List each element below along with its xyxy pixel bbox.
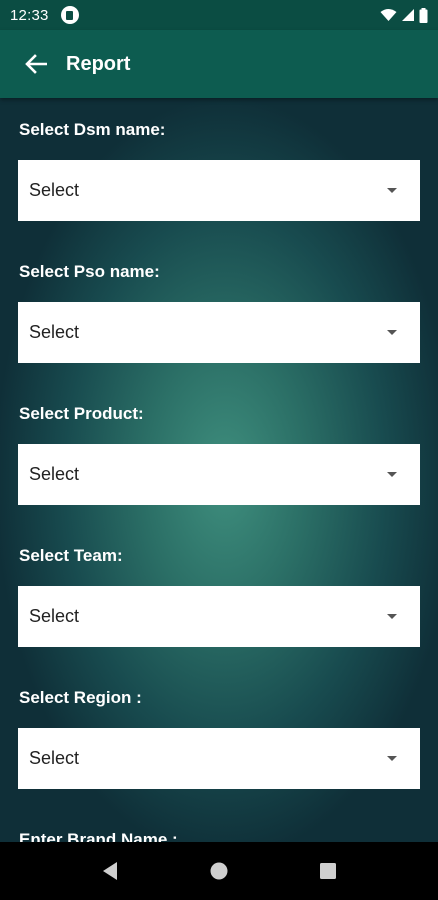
arrow-left-icon <box>25 54 47 74</box>
recents-square-icon <box>320 863 336 879</box>
region-select[interactable]: Select <box>18 728 420 789</box>
report-screen: 12:33 Report Select Dsm name: Select Sel… <box>0 0 438 900</box>
dropdown-arrow-icon <box>387 188 397 193</box>
app-bar: Report <box>0 30 438 98</box>
system-nav-bar <box>0 842 438 900</box>
wifi-icon <box>380 9 397 21</box>
product-select[interactable]: Select <box>18 444 420 505</box>
region-label: Select Region : <box>19 688 142 707</box>
status-bar: 12:33 <box>0 0 438 30</box>
back-button[interactable] <box>24 52 48 76</box>
team-select[interactable]: Select <box>18 586 420 647</box>
battery-icon <box>419 7 428 23</box>
dsm-name-select[interactable]: Select <box>18 160 420 221</box>
product-select-value: Select <box>29 464 80 484</box>
status-time: 12:33 <box>10 6 49 24</box>
nav-home-button[interactable] <box>209 861 229 881</box>
signal-icon <box>402 9 414 21</box>
brand-name-label: Enter Brand Name : <box>19 830 178 842</box>
pso-name-select[interactable]: Select <box>18 302 420 363</box>
pso-name-label: Select Pso name: <box>19 262 160 281</box>
home-circle-icon <box>210 862 228 880</box>
team-label: Select Team: <box>19 546 123 565</box>
back-triangle-icon <box>103 862 117 880</box>
status-icons <box>380 7 428 23</box>
dropdown-arrow-icon <box>387 330 397 335</box>
dsm-name-label: Select Dsm name: <box>19 120 166 139</box>
team-select-value: Select <box>29 606 80 626</box>
dsm-name-select-value: Select <box>29 180 80 200</box>
app-notification-icon <box>60 6 79 24</box>
pso-name-select-value: Select <box>29 322 80 342</box>
product-label: Select Product: <box>19 404 144 423</box>
nav-recents-button[interactable] <box>318 861 338 881</box>
nav-back-button[interactable] <box>100 861 120 881</box>
dropdown-arrow-icon <box>387 756 397 761</box>
page-title: Report <box>66 52 131 75</box>
dropdown-arrow-icon <box>387 472 397 477</box>
report-form[interactable]: Select Dsm name: Select Select Pso name:… <box>0 98 438 842</box>
dropdown-arrow-icon <box>387 614 397 619</box>
region-select-value: Select <box>29 748 80 768</box>
